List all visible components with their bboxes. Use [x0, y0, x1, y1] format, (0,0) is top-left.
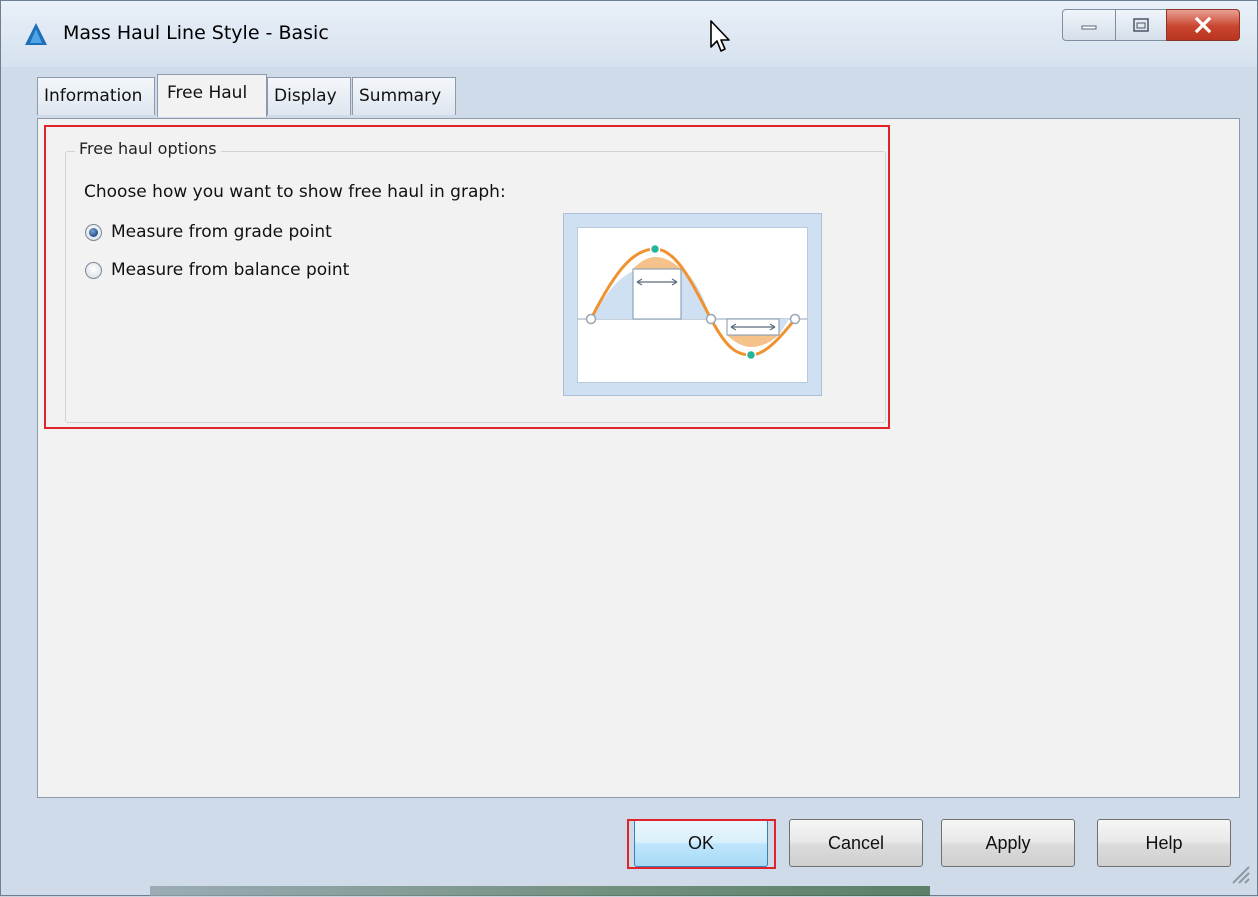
- group-title: Free haul options: [75, 139, 221, 158]
- mouse-cursor-icon: [710, 20, 730, 52]
- radio-measure-balance-point[interactable]: Measure from balance point: [85, 260, 349, 280]
- title-bar[interactable]: Mass Haul Line Style - Basic: [1, 1, 1257, 67]
- free-haul-prompt: Choose how you want to show free haul in…: [84, 182, 506, 202]
- tab-information[interactable]: Information: [37, 77, 155, 115]
- civil3d-app-icon: [25, 23, 47, 45]
- dialog-window: Mass Haul Line Style - Basic Information: [0, 0, 1258, 896]
- maximize-icon: [1133, 18, 1149, 32]
- window-title: Mass Haul Line Style - Basic: [63, 22, 329, 44]
- ok-button[interactable]: OK: [634, 819, 768, 867]
- free-haul-preview-graphic: [577, 243, 808, 361]
- maximize-button[interactable]: [1115, 9, 1167, 41]
- tab-summary[interactable]: Summary: [352, 77, 456, 115]
- help-button[interactable]: Help: [1097, 819, 1231, 867]
- tab-label: Display: [274, 86, 337, 106]
- apply-button-label: Apply: [985, 832, 1031, 853]
- minimize-button[interactable]: [1062, 9, 1116, 41]
- radio-measure-grade-point[interactable]: Measure from grade point: [85, 222, 332, 242]
- cancel-button-label: Cancel: [827, 832, 885, 853]
- radio-button-unchecked[interactable]: [85, 261, 102, 279]
- resize-grip-icon[interactable]: [1221, 855, 1251, 885]
- tab-label: Information: [44, 86, 143, 106]
- taskbar-edge: [150, 886, 930, 896]
- minimize-icon: [1081, 25, 1097, 30]
- close-button[interactable]: [1166, 9, 1240, 41]
- tab-label: Summary: [359, 86, 442, 106]
- tab-free-haul[interactable]: Free Haul: [157, 74, 267, 117]
- ok-button-label: OK: [687, 832, 714, 853]
- radio-label: Measure from grade point: [111, 222, 332, 242]
- tab-label: Free Haul: [167, 83, 248, 103]
- radio-button-checked[interactable]: [85, 223, 102, 241]
- apply-button[interactable]: Apply: [941, 819, 1075, 867]
- help-button-label: Help: [1145, 832, 1183, 853]
- tab-display[interactable]: Display: [267, 77, 351, 115]
- close-icon: [1194, 16, 1212, 34]
- radio-label: Measure from balance point: [111, 260, 350, 280]
- cancel-button[interactable]: Cancel: [789, 819, 923, 867]
